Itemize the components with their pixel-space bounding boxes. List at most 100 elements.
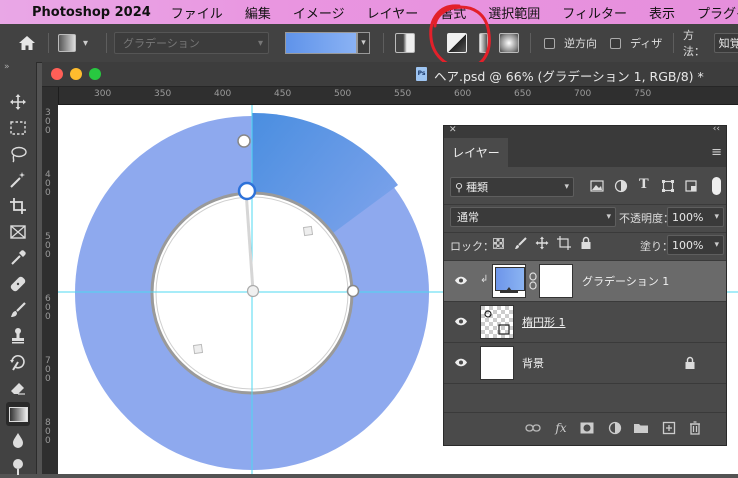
lock-image-pixels-icon[interactable]	[514, 236, 528, 250]
new-adjustment-layer-icon[interactable]	[606, 420, 624, 436]
tab-layers[interactable]: レイヤー	[444, 138, 508, 167]
lock-artboard-icon[interactable]	[557, 236, 571, 250]
menu-select[interactable]: 選択範囲	[488, 3, 540, 22]
reverse-checkbox-group[interactable]: 逆方向	[544, 24, 597, 62]
ruler-tick-label: 350	[154, 89, 172, 99]
type-layer-filter-icon[interactable]: T	[639, 177, 649, 192]
background-layer-thumbnail[interactable]	[480, 346, 514, 380]
eraser-tool[interactable]	[6, 376, 30, 400]
divider	[383, 33, 384, 53]
shape-layer-filter-icon[interactable]	[661, 179, 675, 193]
menu-edit[interactable]: 編集	[245, 3, 271, 22]
minimize-window-button[interactable]	[70, 68, 82, 80]
clipping-arrow-icon: ↲	[480, 274, 489, 285]
reverse-checkbox[interactable]	[544, 37, 555, 49]
ellipse-layer-thumbnail[interactable]	[480, 305, 514, 339]
layer-mask-thumbnail[interactable]	[539, 264, 573, 298]
brush-tool[interactable]	[6, 298, 30, 322]
layer-style-fx-icon[interactable]: fx	[552, 420, 570, 436]
menu-plugins[interactable]: プラグイン	[697, 3, 738, 22]
gradient-fill-thumbnail[interactable]	[492, 264, 526, 298]
lasso-tool[interactable]	[6, 142, 30, 166]
clone-stamp-tool[interactable]	[6, 324, 30, 348]
visibility-eye-icon[interactable]	[454, 316, 468, 327]
zoom-window-button[interactable]	[89, 68, 101, 80]
eyedropper-tool[interactable]	[6, 246, 30, 270]
move-tool[interactable]	[6, 90, 30, 114]
opacity-input[interactable]: 100% ▾	[667, 207, 724, 227]
lock-all-icon[interactable]	[580, 236, 592, 250]
gradient-end-handle[interactable]	[237, 181, 257, 201]
layer-name[interactable]: 背景	[522, 355, 544, 371]
diamond-gradient-button[interactable]	[499, 24, 519, 62]
new-group-folder-icon[interactable]	[632, 420, 650, 436]
panel-header[interactable]: ✕ ‹‹	[444, 124, 726, 138]
fill-input[interactable]: 100% ▾	[667, 235, 724, 255]
method-dropdown[interactable]: 知覚	[713, 33, 738, 53]
menu-layer[interactable]: レイヤー	[367, 3, 419, 22]
filter-toggle-switch[interactable]	[712, 177, 721, 195]
gradient-tool[interactable]	[6, 402, 30, 426]
menu-image[interactable]: イメージ	[293, 3, 345, 22]
gradient-swatch[interactable]	[285, 32, 357, 54]
history-brush-tool[interactable]	[6, 350, 30, 374]
gradient-color-stop-handle[interactable]	[346, 284, 360, 298]
layer-row-ellipse[interactable]: 楕円形 1	[444, 302, 726, 342]
tool-preset-picker[interactable]: ▾	[58, 24, 88, 62]
psd-file-icon: Ps	[416, 67, 427, 81]
menu-bar: Photoshop 2024 ファイル 編集 イメージ レイヤー 書式 選択範囲…	[0, 0, 738, 24]
delete-layer-trash-icon[interactable]	[686, 420, 704, 436]
gradient-midpoint-handle[interactable]	[237, 134, 251, 148]
menu-view[interactable]: 表示	[649, 3, 675, 22]
tools-panel: »	[0, 62, 37, 475]
reverse-label: 逆方向	[564, 37, 597, 50]
lock-transparent-pixels-icon[interactable]	[493, 238, 504, 249]
horizontal-ruler[interactable]: 300 350 400 450 500 550 600 650 700 750	[58, 87, 738, 105]
menu-file[interactable]: ファイル	[171, 3, 223, 22]
add-mask-icon[interactable]	[578, 420, 596, 436]
home-button[interactable]	[18, 24, 36, 62]
layer-name[interactable]: 楕円形 1	[522, 314, 566, 330]
blend-mode-dropdown[interactable]: 通常 ▾	[450, 207, 616, 227]
home-icon	[19, 36, 35, 50]
collapse-panel-icon[interactable]: ‹‹	[713, 124, 720, 134]
link-chain-icon[interactable]	[529, 272, 537, 290]
panel-menu-icon[interactable]: ≡	[711, 145, 722, 160]
vertical-ruler[interactable]: 300 400 500 600 700 800	[42, 87, 59, 474]
layer-filter-dropdown[interactable]: ⚲ 種類 ▾	[450, 177, 574, 197]
ruler-tick-label: 700	[574, 89, 592, 99]
layer-row-gradient[interactable]: ↲ グラデーション 1	[444, 261, 726, 301]
gradient-swatch-picker[interactable]: ▾	[285, 24, 370, 62]
gradient-preset-dropdown[interactable]: グラデーション ▾	[114, 24, 269, 62]
color-stop-marker[interactable]	[302, 225, 314, 237]
visibility-eye-icon[interactable]	[454, 357, 468, 368]
new-layer-icon[interactable]	[660, 420, 678, 436]
ruler-tick-label: 300	[45, 108, 51, 136]
menu-filter[interactable]: フィルター	[562, 3, 627, 22]
close-panel-icon[interactable]: ✕	[449, 125, 457, 135]
layer-row-background[interactable]: 背景	[444, 343, 726, 383]
pixel-layer-filter-icon[interactable]	[590, 179, 604, 193]
visibility-eye-icon[interactable]	[454, 275, 468, 286]
dither-checkbox-group[interactable]: ディザ	[610, 24, 662, 62]
blur-tool[interactable]	[6, 428, 30, 452]
app-name[interactable]: Photoshop 2024	[32, 5, 151, 20]
smart-object-filter-icon[interactable]	[684, 179, 698, 193]
adjustment-layer-filter-icon[interactable]	[614, 179, 628, 193]
gradient-swatch-dropdown[interactable]: ▾	[357, 32, 370, 54]
lock-position-icon[interactable]	[535, 236, 549, 250]
magic-wand-tool[interactable]	[6, 168, 30, 192]
gradient-start-handle[interactable]	[246, 284, 260, 298]
color-stop-marker[interactable]	[192, 343, 204, 355]
dodge-tool[interactable]	[6, 454, 30, 478]
crop-tool[interactable]	[6, 194, 30, 218]
healing-brush-tool[interactable]	[6, 272, 30, 296]
dither-checkbox[interactable]	[610, 37, 621, 49]
linear-gradient-button[interactable]	[395, 24, 415, 62]
close-window-button[interactable]	[51, 68, 63, 80]
link-layers-icon[interactable]	[524, 420, 542, 436]
layer-name[interactable]: グラデーション 1	[582, 273, 669, 289]
collapse-toolbar-icon[interactable]: »	[4, 62, 10, 72]
frame-tool[interactable]	[6, 220, 30, 244]
marquee-tool[interactable]	[6, 116, 30, 140]
